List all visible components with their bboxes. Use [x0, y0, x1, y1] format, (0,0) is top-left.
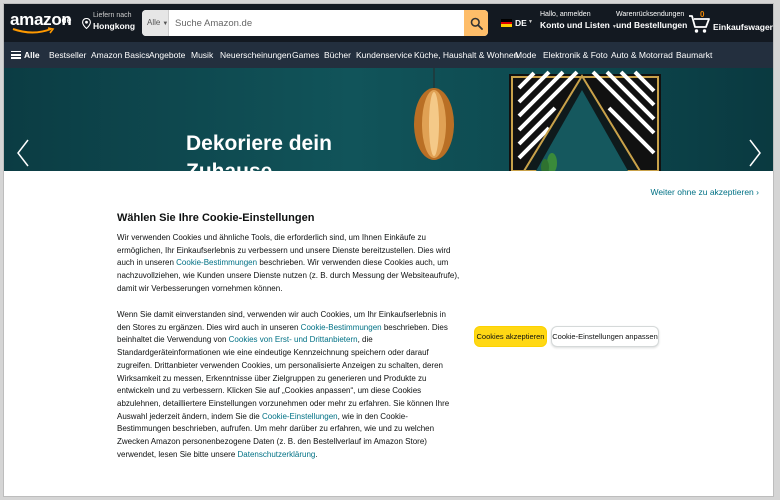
- deliver-to[interactable]: Liefern nach Hongkong: [82, 12, 136, 34]
- all-menu-button[interactable]: Alle: [11, 42, 40, 68]
- language-code: DE: [515, 18, 527, 28]
- hero-headline: Dekoriere dein: [186, 132, 332, 155]
- caret-down-icon: ▼: [528, 19, 533, 25]
- returns-orders[interactable]: Warenrücksendungen und Bestellungen: [616, 11, 688, 35]
- logo-tld: .de: [59, 15, 72, 25]
- amazon-logo[interactable]: amazon .de: [10, 10, 76, 36]
- returns-label: Warenrücksendungen: [616, 11, 685, 18]
- carousel-prev-icon[interactable]: [14, 138, 32, 168]
- nav-item-buecher[interactable]: Bücher: [324, 42, 351, 68]
- hero-headline-line2: Zuhause: [186, 160, 272, 171]
- cookie-terms-link-2[interactable]: Cookie-Bestimmungen: [301, 323, 382, 332]
- language-selector[interactable]: DE ▼: [501, 16, 533, 30]
- caret-down-icon: ▼: [162, 21, 169, 27]
- carousel-next-icon[interactable]: [746, 138, 764, 168]
- account-greeting: Hallo, anmelden: [540, 11, 591, 18]
- nav-item-games[interactable]: Games: [292, 42, 319, 68]
- cookie-paragraph-2: Wenn Sie damit einverstanden sind, verwe…: [117, 310, 450, 459]
- privacy-policy-link[interactable]: Datenschutzerklärung: [238, 450, 316, 459]
- deliver-label: Liefern nach: [93, 12, 132, 19]
- hero-decor-image: [414, 68, 661, 171]
- search-category-label: Alle: [147, 18, 161, 27]
- category-navigation: Alle Bestseller Amazon Basics Angebote M…: [4, 42, 773, 68]
- deliver-location: Hongkong: [93, 21, 136, 31]
- smile-arrow-icon: [12, 27, 55, 34]
- account-label: Konto und Listen ▼: [540, 20, 617, 30]
- cookie-settings-link[interactable]: Cookie-Einstellungen: [262, 412, 338, 421]
- search-icon: [470, 17, 483, 30]
- cart-button[interactable]: 0 Einkaufswagen: [688, 10, 774, 36]
- customize-cookies-button[interactable]: Cookie-Einstellungen anpassen: [551, 326, 659, 347]
- third-party-cookies-link[interactable]: Cookies von Erst- und Drittanbietern: [229, 335, 358, 344]
- continue-without-accepting-link[interactable]: Weiter ohne zu akzeptieren ›: [650, 187, 759, 197]
- nav-item-neuerscheinungen[interactable]: Neuerscheinungen: [220, 42, 291, 68]
- nav-item-musik[interactable]: Musik: [191, 42, 213, 68]
- nav-item-elektronik[interactable]: Elektronik & Foto: [543, 42, 608, 68]
- nav-item-baumarkt[interactable]: Baumarkt: [676, 42, 712, 68]
- browser-viewport: amazon .de Liefern nach Hongkong Alle▼: [3, 3, 774, 497]
- orders-label: und Bestellungen: [616, 20, 688, 30]
- germany-flag-icon: [501, 19, 512, 27]
- nav-item-angebote[interactable]: Angebote: [149, 42, 185, 68]
- cookie-paragraph-1: Wir verwenden Cookies und ähnliche Tools…: [117, 233, 460, 293]
- location-pin-icon: [82, 18, 91, 29]
- cart-count: 0: [700, 10, 705, 19]
- search-input[interactable]: [170, 10, 460, 36]
- top-navigation: amazon .de Liefern nach Hongkong Alle▼: [4, 4, 774, 42]
- nav-item-auto-motorrad[interactable]: Auto & Motorrad: [611, 42, 673, 68]
- cookie-dialog-title: Wählen Sie Ihre Cookie-Einstellungen: [117, 212, 315, 224]
- cart-label: Einkaufswagen: [713, 22, 774, 32]
- nav-item-kueche-haushalt[interactable]: Küche, Haushalt & Wohnen: [414, 42, 518, 68]
- nav-item-amazon-basics[interactable]: Amazon Basics: [91, 42, 150, 68]
- nav-item-mode[interactable]: Mode: [515, 42, 536, 68]
- nav-item-bestseller[interactable]: Bestseller: [49, 42, 86, 68]
- accept-cookies-button[interactable]: Cookies akzeptieren: [474, 326, 547, 347]
- search-bar: Alle ▼: [142, 10, 488, 36]
- nav-item-kundenservice[interactable]: Kundenservice: [356, 42, 412, 68]
- hero-banner[interactable]: Dekoriere dein Zuhause: [4, 68, 773, 171]
- account-lists[interactable]: Hallo, anmelden Konto und Listen ▼: [540, 11, 617, 35]
- cookie-consent-dialog: Weiter ohne zu akzeptieren › Wählen Sie …: [4, 171, 773, 496]
- search-button[interactable]: [464, 10, 488, 36]
- search-category-dropdown[interactable]: Alle ▼: [142, 10, 169, 36]
- chevron-right-icon: ›: [756, 187, 759, 197]
- hamburger-menu-icon: [11, 50, 21, 59]
- cookie-terms-link[interactable]: Cookie-Bestimmungen: [176, 258, 257, 267]
